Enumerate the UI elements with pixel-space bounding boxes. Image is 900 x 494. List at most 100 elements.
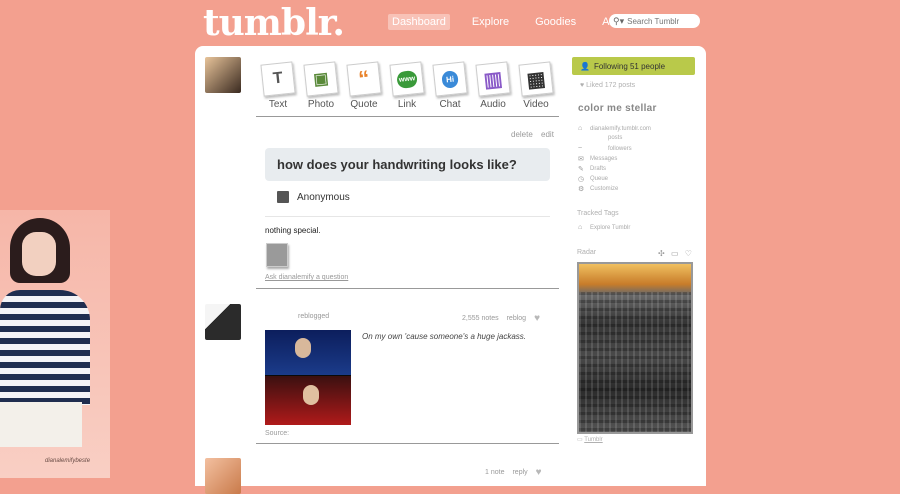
post-type-audio[interactable]: ▥ Audio [471, 61, 515, 110]
divider [256, 443, 559, 444]
delete-button[interactable]: delete [511, 130, 533, 139]
explore-tumblr-link[interactable]: ⌂ Explore Tumblr [578, 224, 630, 231]
photo-signature: dianalemifybeste [45, 458, 91, 464]
avatar[interactable] [205, 458, 241, 494]
queue-icon: ◷ [578, 176, 585, 183]
avatar[interactable] [205, 57, 241, 93]
edit-button[interactable]: edit [541, 130, 554, 139]
sidebar-link-label: Customize [590, 186, 619, 192]
search-box[interactable]: ⚲▾ [609, 14, 700, 28]
post-type-text[interactable]: T Text [256, 61, 300, 110]
nav-dashboard[interactable]: Dashboard [388, 14, 450, 30]
sidebar-link-label: Messages [590, 156, 618, 162]
radar-image [579, 264, 691, 432]
post-type-label: Quote [350, 99, 378, 110]
sidebar-link-label: followers [608, 145, 632, 152]
sidebar-link-label: posts [608, 135, 623, 141]
divider [256, 288, 559, 289]
asker-avatar [277, 191, 289, 203]
explore-tumblr-label: Explore Tumblr [590, 224, 631, 231]
sidebar-link-followers[interactable]: ~ followers [578, 145, 632, 152]
photo-shirt [0, 290, 90, 405]
asker: Anonymous [277, 191, 350, 203]
post-type-quote[interactable]: “ Quote [342, 61, 386, 110]
nav-goodies[interactable]: Goodies [531, 14, 580, 30]
photo-skirt [0, 402, 82, 447]
drafts-icon: ✎ [578, 166, 584, 173]
background-photo: dianalemifybeste [0, 210, 110, 478]
reblogged-label[interactable]: reblogged [298, 313, 329, 320]
reply-button[interactable]: reply [512, 469, 527, 476]
post-type-chat[interactable]: Hi Chat [428, 61, 472, 110]
notes-count[interactable]: 1 note [485, 469, 504, 476]
post-type-label: Video [523, 99, 549, 110]
heart-icon[interactable]: ♥ [536, 467, 542, 478]
photo-face [22, 232, 56, 276]
post-type-photo[interactable]: ▣ Photo [299, 61, 343, 110]
following-count: Following 51 people [593, 61, 666, 71]
radar-credit-label: Tumblr [584, 437, 603, 443]
tumblr-logo[interactable]: tumblr. [203, 2, 345, 44]
city-texture [579, 292, 691, 432]
audio-icon: ▥ [475, 61, 511, 97]
radar-list-icon[interactable]: ▭ [671, 249, 679, 258]
sidebar-link-label: dianalemify.tumblr.com [590, 125, 651, 132]
post-type-link[interactable]: www Link [385, 61, 429, 110]
answer-text: nothing special. [265, 226, 321, 235]
photo-face [295, 338, 311, 358]
radar-credit[interactable]: ▭ Tumblr [577, 436, 603, 443]
sidebar-link-label: Queue [590, 176, 609, 182]
customize-icon: ⚙ [578, 186, 585, 193]
explore-icon: ⌂ [578, 224, 583, 231]
ask-link[interactable]: Ask dianalemify a question [265, 274, 348, 281]
asker-name: Anonymous [297, 191, 350, 203]
radar-heading: Radar [577, 249, 597, 256]
post-type-label: Photo [307, 99, 335, 110]
avatar[interactable] [205, 304, 241, 340]
sidebar-link-posts[interactable]: posts [578, 135, 622, 141]
search-input[interactable] [627, 16, 688, 26]
post-type-label: Chat [439, 99, 461, 110]
post-type-video[interactable]: ▦ Video [514, 61, 558, 110]
radar-controls: ✣ ▭ ♡ [654, 249, 692, 258]
ask-question: how does your handwriting looks like? [265, 148, 550, 181]
post-photo[interactable] [265, 330, 351, 425]
sidebar-link-drafts[interactable]: ✎ Drafts [578, 165, 606, 173]
notes-count[interactable]: 2,555 notes [462, 315, 499, 322]
radar-pin-icon[interactable]: ✣ [658, 249, 665, 258]
photo-icon: ▣ [303, 61, 339, 97]
blog-title[interactable]: color me stellar [578, 103, 657, 114]
sidebar-link-queue[interactable]: ◷ Queue [578, 175, 608, 183]
post-actions: delete edit [505, 130, 554, 139]
home-icon: ⌂ [578, 125, 583, 132]
heart-icon[interactable]: ♥ [534, 313, 540, 324]
sidebar-link-label: Drafts [590, 166, 607, 172]
radar-heart-icon[interactable]: ♡ [685, 249, 692, 258]
quote-icon: “ [346, 61, 382, 97]
link-icon: www [395, 69, 419, 89]
post-actions: 1 note reply ♥ [485, 467, 550, 478]
radar-photo[interactable] [577, 262, 693, 434]
answer-avatar [266, 243, 288, 267]
sidebar-link-messages[interactable]: ✉ Messages [578, 155, 617, 163]
post-type-label: Link [397, 99, 417, 110]
post-actions: 2,555 notes reblog ♥ [462, 313, 548, 324]
post-type-label: Text [268, 99, 288, 110]
source-link[interactable]: Source: [265, 430, 289, 437]
following-banner[interactable]: 👤 Following 51 people [572, 57, 695, 75]
text-icon: T [260, 61, 296, 97]
liked-posts[interactable]: ♥ Liked 172 posts [580, 82, 635, 89]
search-icon: ⚲▾ [613, 15, 625, 26]
post-type-bar: T Text ▣ Photo “ Quote www Link Hi Chat … [256, 56, 559, 117]
nav-explore[interactable]: Explore [468, 14, 513, 30]
tracked-tags-heading: Tracked Tags [577, 210, 619, 217]
sidebar-link-customize[interactable]: ⚙ Customize [578, 185, 618, 193]
post-type-label: Audio [480, 99, 506, 110]
photo-caption: On my own 'cause someone's a huge jackas… [362, 332, 527, 341]
sidebar-link-blog[interactable]: ⌂ dianalemify.tumblr.com [578, 125, 651, 132]
followers-icon: ~ [578, 145, 583, 152]
video-icon: ▦ [518, 61, 554, 97]
photo-face [303, 385, 319, 405]
person-icon: 👤 [580, 61, 590, 71]
reblog-button[interactable]: reblog [507, 315, 526, 322]
